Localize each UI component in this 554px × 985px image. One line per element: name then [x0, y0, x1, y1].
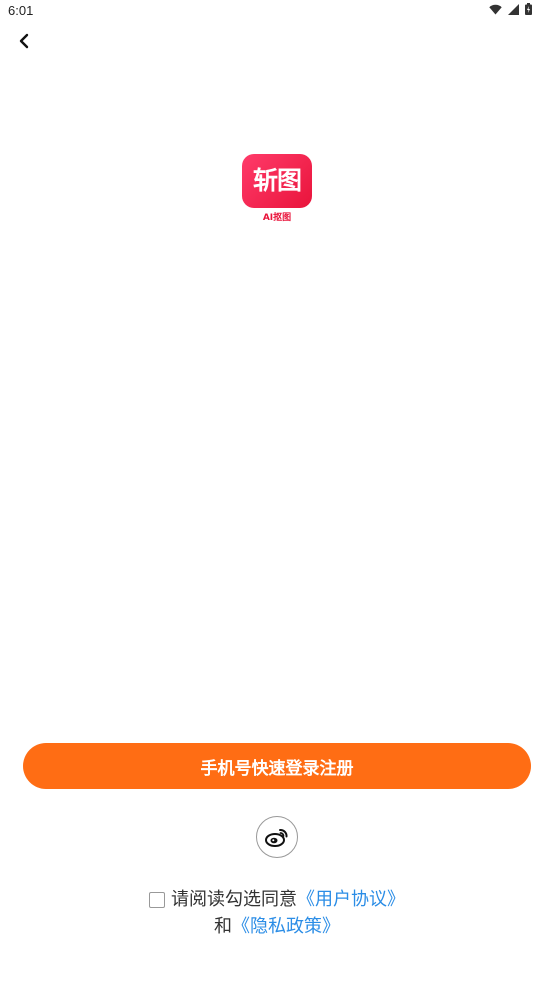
signal-icon [508, 3, 519, 15]
user-agreement-link[interactable]: 《用户协议》 [297, 886, 405, 913]
agreement-conjunction: 和 [214, 916, 232, 937]
status-time: 6:01 [8, 3, 34, 18]
phone-login-button[interactable]: 手机号快速登录注册 [23, 743, 531, 789]
agreement-prefix: 请阅读勾选同意 [171, 889, 297, 910]
app-logo-text: 斩图 [252, 166, 302, 195]
status-icons [489, 3, 532, 15]
battery-icon [525, 3, 532, 15]
status-bar: 6:01 [0, 0, 554, 24]
chevron-left-icon [19, 33, 29, 49]
weibo-login-button[interactable] [256, 816, 298, 858]
weibo-icon [265, 829, 288, 847]
app-logo-tile: 斩图 [242, 154, 312, 208]
agreement-line-1: 请阅读勾选同意 《用户协议》 [0, 886, 554, 913]
app-logo: 斩图 AI抠图 [242, 154, 312, 226]
login-screen: 6:01 斩图 AI抠图 手机号快速登录注册 请阅读勾选同意 《用户协议》 和《… [0, 0, 554, 985]
privacy-policy-link[interactable]: 《隐私政策》 [232, 916, 340, 937]
wifi-icon [489, 4, 502, 14]
back-button[interactable] [12, 29, 36, 53]
agreement-line-2: 和《隐私政策》 [0, 913, 554, 940]
agreement-notice: 请阅读勾选同意 《用户协议》 和《隐私政策》 [0, 886, 554, 940]
app-logo-subtitle: AI抠图 [262, 213, 292, 223]
agreement-checkbox[interactable] [149, 891, 165, 908]
